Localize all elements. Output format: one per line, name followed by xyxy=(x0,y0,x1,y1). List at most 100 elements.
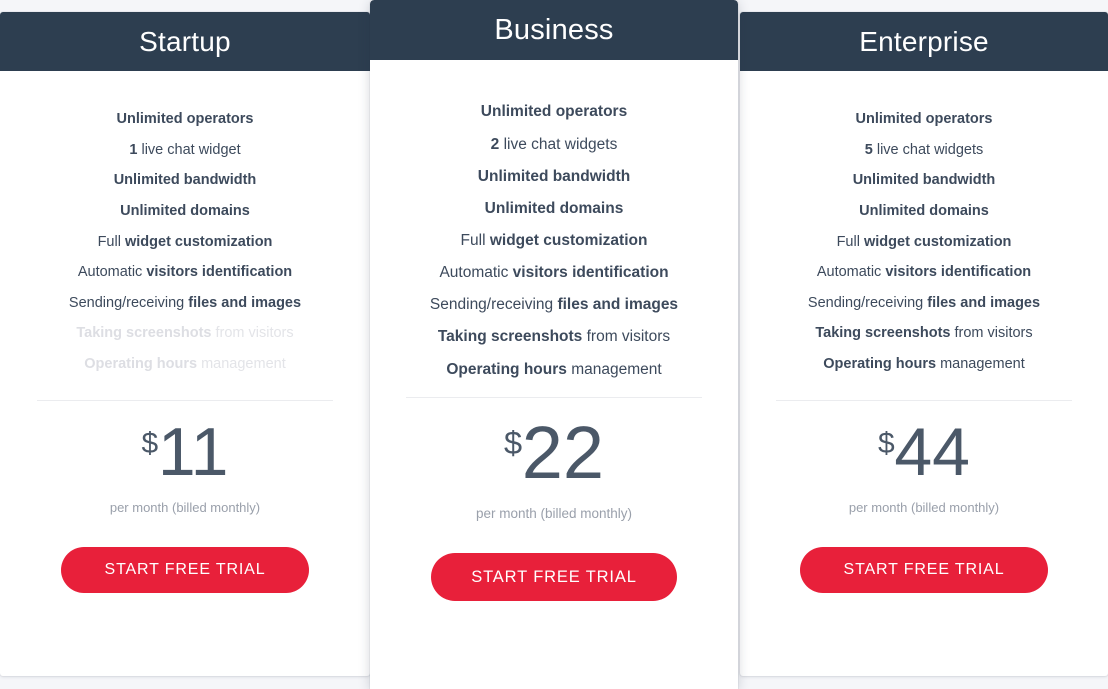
feature-text-emphasis: Unlimited bandwidth xyxy=(852,172,996,189)
feature-text-emphasis: Unlimited operators xyxy=(855,111,993,128)
feature-item: Automatic visitors identification xyxy=(758,257,1090,288)
feature-item: Unlimited operators xyxy=(758,104,1090,135)
feature-text-emphasis: Taking screenshots xyxy=(815,325,951,342)
plan-title: Business xyxy=(494,13,614,46)
plan-title: Startup xyxy=(139,25,231,57)
cta-wrap: START FREE TRIAL xyxy=(388,521,720,602)
price-value: 44 xyxy=(894,414,970,491)
feature-text-emphasis: Unlimited domains xyxy=(484,199,624,217)
plan-body-business: Unlimited operators 2 live chat widgets Un… xyxy=(370,60,738,689)
feature-item: Automatic visitors identification xyxy=(388,257,720,289)
start-free-trial-button[interactable]: START FREE TRIAL xyxy=(61,547,309,594)
price-currency: $ xyxy=(878,427,895,461)
feature-text-emphasis: Taking screenshots xyxy=(437,328,583,346)
plan-price: $22 xyxy=(504,416,604,490)
feature-text-emphasis: widget customization xyxy=(489,231,648,249)
feature-text-emphasis: visitors identification xyxy=(146,264,293,281)
plan-header-startup: Startup xyxy=(0,12,370,71)
feature-text-tail: live chat widgets xyxy=(499,135,618,153)
price-period: per month (billed monthly) xyxy=(475,506,633,522)
feature-text-tail: management xyxy=(197,356,286,373)
start-free-trial-button[interactable]: START FREE TRIAL xyxy=(800,547,1048,594)
feature-text-emphasis: Operating hours xyxy=(84,356,198,373)
cta-wrap: START FREE TRIAL xyxy=(758,515,1090,594)
feature-text-emphasis: Unlimited operators xyxy=(116,111,254,128)
feature-item: Unlimited domains xyxy=(18,196,352,227)
feature-item: 5 live chat widgets xyxy=(758,135,1090,166)
feature-item: Operating hours management xyxy=(388,353,720,385)
feature-item: Operating hours management xyxy=(758,349,1090,380)
feature-item: Unlimited operators xyxy=(388,96,720,128)
feature-text-emphasis: Unlimited domains xyxy=(859,203,989,220)
pricing-card-enterprise: Enterprise Unlimited operators 5 live cha… xyxy=(740,12,1108,676)
plan-price: $44 xyxy=(878,418,970,486)
feature-item: Unlimited domains xyxy=(758,196,1090,227)
feature-text-tail: management xyxy=(566,360,662,378)
feature-text-emphasis: Operating hours xyxy=(823,356,937,373)
price-period: per month (billed monthly) xyxy=(109,500,261,516)
pricing-card-business: Business Unlimited operators 2 live chat … xyxy=(370,0,738,689)
feature-text-lead: Automatic xyxy=(816,264,886,281)
plan-body-startup: Unlimited operators 1 live chat widget Unl… xyxy=(0,71,370,676)
pricing-card-startup: Startup Unlimited operators 1 live chat w… xyxy=(0,12,370,676)
feature-text-emphasis: files and images xyxy=(188,294,302,311)
feature-text-emphasis: widget customization xyxy=(863,233,1012,250)
feature-text-tail: live chat widgets xyxy=(872,141,984,158)
feature-text-lead: Automatic xyxy=(439,264,513,282)
plan-title: Enterprise xyxy=(859,25,989,57)
feature-text-lead: Full xyxy=(460,231,490,249)
feature-item: Sending/receiving files and images xyxy=(758,288,1090,319)
feature-text-emphasis: 2 xyxy=(490,135,500,153)
feature-item: Full widget customization xyxy=(18,226,352,257)
feature-item: Sending/receiving files and images xyxy=(388,289,720,321)
feature-item: Full widget customization xyxy=(758,226,1090,257)
pricing-table: Startup Unlimited operators 1 live chat w… xyxy=(0,0,1108,689)
feature-list-enterprise: Unlimited operators 5 live chat widgets Un… xyxy=(758,71,1090,379)
feature-list-startup: Unlimited operators 1 live chat widget Unl… xyxy=(18,71,352,379)
feature-list-business: Unlimited operators 2 live chat widgets Un… xyxy=(388,60,720,385)
feature-text-emphasis: Unlimited domains xyxy=(120,203,250,220)
feature-item: 2 live chat widgets xyxy=(388,128,720,160)
feature-text-emphasis: files and images xyxy=(927,294,1041,311)
feature-text-emphasis: files and images xyxy=(557,296,679,314)
plan-header-business: Business xyxy=(370,0,738,60)
feature-text-emphasis: Unlimited operators xyxy=(480,103,628,121)
feature-item: 1 live chat widget xyxy=(18,135,352,166)
price-currency: $ xyxy=(503,424,522,461)
price-block-business: $22 per month (billed monthly) xyxy=(388,398,720,522)
price-block-enterprise: $44 per month (billed monthly) xyxy=(758,401,1090,515)
feature-text-emphasis: 5 xyxy=(864,141,873,158)
feature-text-lead: Full xyxy=(97,233,125,250)
feature-text-lead: Sending/receiving xyxy=(807,294,928,311)
feature-item: Taking screenshots from visitors xyxy=(758,318,1090,349)
feature-item: Unlimited bandwidth xyxy=(18,165,352,196)
start-free-trial-button[interactable]: START FREE TRIAL xyxy=(431,553,677,602)
price-value: 22 xyxy=(521,411,605,495)
feature-text-lead: Automatic xyxy=(77,264,147,281)
feature-text-tail: live chat widget xyxy=(137,141,241,158)
feature-text-emphasis: visitors identification xyxy=(512,264,669,282)
feature-text-tail: from visitors xyxy=(950,325,1033,342)
feature-text-emphasis: visitors identification xyxy=(885,264,1032,281)
feature-text-emphasis: Taking screenshots xyxy=(76,325,212,342)
feature-text-tail: management xyxy=(936,356,1025,373)
feature-text-lead: Full xyxy=(836,233,864,250)
feature-text-emphasis: Unlimited bandwidth xyxy=(477,167,631,185)
feature-item: Sending/receiving files and images xyxy=(18,288,352,319)
feature-item: Taking screenshots from visitors xyxy=(388,321,720,353)
feature-text-lead: Sending/receiving xyxy=(429,296,558,314)
feature-item: Unlimited bandwidth xyxy=(758,165,1090,196)
feature-text-emphasis: Operating hours xyxy=(446,360,567,378)
cta-wrap: START FREE TRIAL xyxy=(18,515,352,594)
feature-item: Taking screenshots from visitors xyxy=(18,318,352,349)
feature-item: Full widget customization xyxy=(388,225,720,257)
feature-item: Operating hours management xyxy=(18,349,352,380)
feature-item: Unlimited domains xyxy=(388,192,720,224)
feature-text-tail: from visitors xyxy=(211,325,294,342)
plan-header-enterprise: Enterprise xyxy=(740,12,1108,71)
price-block-startup: $11 per month (billed monthly) xyxy=(18,401,352,515)
feature-text-tail: from visitors xyxy=(582,328,671,346)
plan-price: $11 xyxy=(142,418,229,486)
feature-text-emphasis: Unlimited bandwidth xyxy=(113,172,257,189)
price-value: 11 xyxy=(157,414,229,491)
